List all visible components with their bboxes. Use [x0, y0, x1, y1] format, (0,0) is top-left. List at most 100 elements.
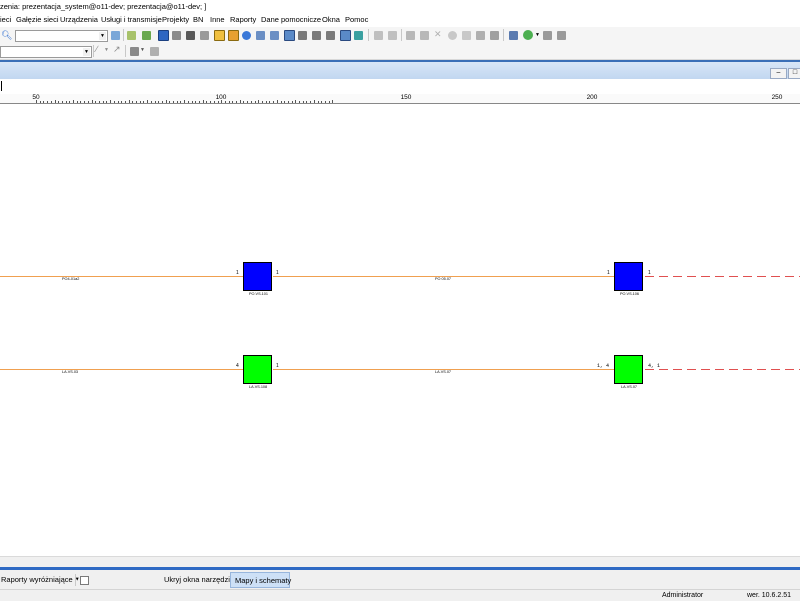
ruler-tick [292, 101, 293, 103]
export-icon[interactable] [490, 31, 499, 40]
select-icon[interactable] [284, 30, 295, 41]
tool-icon[interactable] [543, 31, 552, 40]
tab-maps-schemas[interactable]: Mapy i schematy [230, 572, 292, 588]
node-label: PO.VS.101 [249, 292, 268, 296]
restore-button[interactable]: □ [788, 68, 800, 79]
menu-item-bn[interactable]: BN [193, 13, 203, 27]
layer-select[interactable]: ▼ [15, 30, 108, 42]
ruler-tick [132, 101, 133, 103]
stack-icon[interactable] [476, 31, 485, 40]
circle-icon[interactable] [448, 31, 457, 40]
ruler-tick [121, 101, 122, 103]
settings-icon[interactable] [130, 47, 139, 56]
menu-item-sieci[interactable]: ieci [0, 13, 11, 27]
line-tool-icon[interactable]: ∕ [96, 44, 98, 54]
menu-item-uslugi[interactable]: Usługi i transmisje [101, 13, 162, 27]
chevron-down-icon[interactable]: ▼ [535, 32, 540, 38]
menu-bar: ieci Gałęzie sieci Urządzenia Usługi i t… [0, 13, 800, 27]
ruler-tick [88, 101, 89, 103]
menu-item-inne[interactable]: Inne [210, 13, 225, 27]
globe-icon[interactable] [523, 30, 533, 40]
compass-icon[interactable] [557, 31, 566, 40]
ruler-tick [155, 101, 156, 103]
frame-icon[interactable] [150, 47, 159, 56]
ruler-tick [206, 101, 207, 103]
ruler-tick [269, 101, 270, 103]
binoculars-icon[interactable] [186, 31, 195, 40]
menu-item-dane-pomocnicze[interactable]: Dane pomocnicze [261, 13, 321, 27]
reports-dropdown[interactable]: Raporty wyróżniające ▼ [1, 574, 80, 586]
title-bar: zenia: prezentacja_system@o11-dev; preze… [0, 0, 800, 13]
info-icon[interactable] [242, 31, 251, 40]
pencil-icon[interactable] [374, 31, 383, 40]
connector-icon[interactable]: ↗ [113, 44, 121, 55]
ruler-tick [240, 100, 241, 103]
ruler-tick [62, 101, 63, 103]
brush-icon[interactable] [388, 31, 397, 40]
connections-layer [0, 276, 800, 370]
split-icon[interactable] [270, 31, 279, 40]
copy-icon[interactable] [200, 31, 209, 40]
crop-icon[interactable] [312, 31, 321, 40]
fit-icon[interactable] [354, 31, 363, 40]
ruler-tick [210, 101, 211, 103]
ruler-tick [303, 101, 304, 103]
horizontal-ruler: 50 100 150 200 250 [0, 94, 800, 104]
reports-dropdown-label: Raporty wyróżniające [1, 575, 73, 584]
search-icon[interactable]: 🔍︎ [1, 30, 12, 40]
node-add-icon[interactable] [406, 31, 415, 40]
schema-canvas[interactable]: PO4-01a2 PO 05.07 1 1 PO.VS.101 1 1 PO.V… [0, 104, 800, 556]
route-icon[interactable] [509, 31, 518, 40]
minimize-button[interactable]: – [770, 68, 787, 79]
map-icon[interactable] [142, 31, 151, 40]
ruler-tick [140, 101, 141, 103]
table-icon[interactable] [111, 31, 120, 40]
ruler-tick [203, 100, 204, 103]
ruler-tick [36, 100, 37, 103]
checkbox[interactable] [80, 576, 89, 585]
port-label: 1 [276, 363, 279, 369]
toolbar-separator [125, 45, 126, 57]
menu-item-projekty[interactable]: Projekty [162, 13, 189, 27]
style-select[interactable]: ▼ [0, 46, 92, 58]
menu-item-raporty[interactable]: Raporty [230, 13, 256, 27]
ruler-tick [262, 101, 263, 103]
menu-item-okna[interactable]: Okna [322, 13, 340, 27]
ruler-tick [325, 101, 326, 103]
ruler-tick [229, 101, 230, 103]
chevron-down-icon[interactable]: ▼ [104, 47, 109, 53]
delete-icon[interactable]: ✕ [434, 29, 442, 40]
chevron-down-icon: ▼ [99, 32, 106, 40]
ruler-label: 150 [400, 94, 412, 101]
ruler-tick [69, 101, 70, 103]
chevron-down-icon[interactable]: ▼ [140, 47, 145, 53]
layers-icon[interactable] [127, 31, 136, 40]
ruler-tick [99, 101, 100, 103]
ruler-tick [136, 101, 137, 103]
device-node-green[interactable] [243, 355, 272, 384]
node-edit-icon[interactable] [420, 31, 429, 40]
hide-tools-button[interactable]: Ukryj okna narzędzi [164, 574, 230, 585]
box-icon[interactable] [462, 31, 471, 40]
device-node-blue[interactable] [614, 262, 643, 291]
window-icon[interactable] [256, 31, 265, 40]
device-node-green[interactable] [614, 355, 643, 384]
port-label: 1 [276, 270, 279, 276]
toolbar-separator [368, 29, 369, 41]
menu-item-pomoc[interactable]: Pomoc [345, 13, 368, 27]
tab-label: Mapy i schematy [235, 576, 292, 585]
ruler-tick [147, 100, 148, 103]
picture-icon[interactable] [228, 30, 239, 41]
resize-icon[interactable] [326, 31, 335, 40]
menu-item-galezie[interactable]: Gałęzie sieci [16, 13, 59, 27]
image-icon[interactable] [214, 30, 225, 41]
align-icon[interactable] [340, 30, 351, 41]
corner-icon[interactable] [298, 31, 307, 40]
device-node-blue[interactable] [243, 262, 272, 291]
schema-icon[interactable] [172, 31, 181, 40]
ruler-tick [58, 101, 59, 103]
toolbar-separator [401, 29, 402, 41]
menu-item-urzadzenia[interactable]: Urządzenia [60, 13, 98, 27]
ruler-tick [43, 101, 44, 103]
grid-view-icon[interactable] [158, 30, 169, 41]
